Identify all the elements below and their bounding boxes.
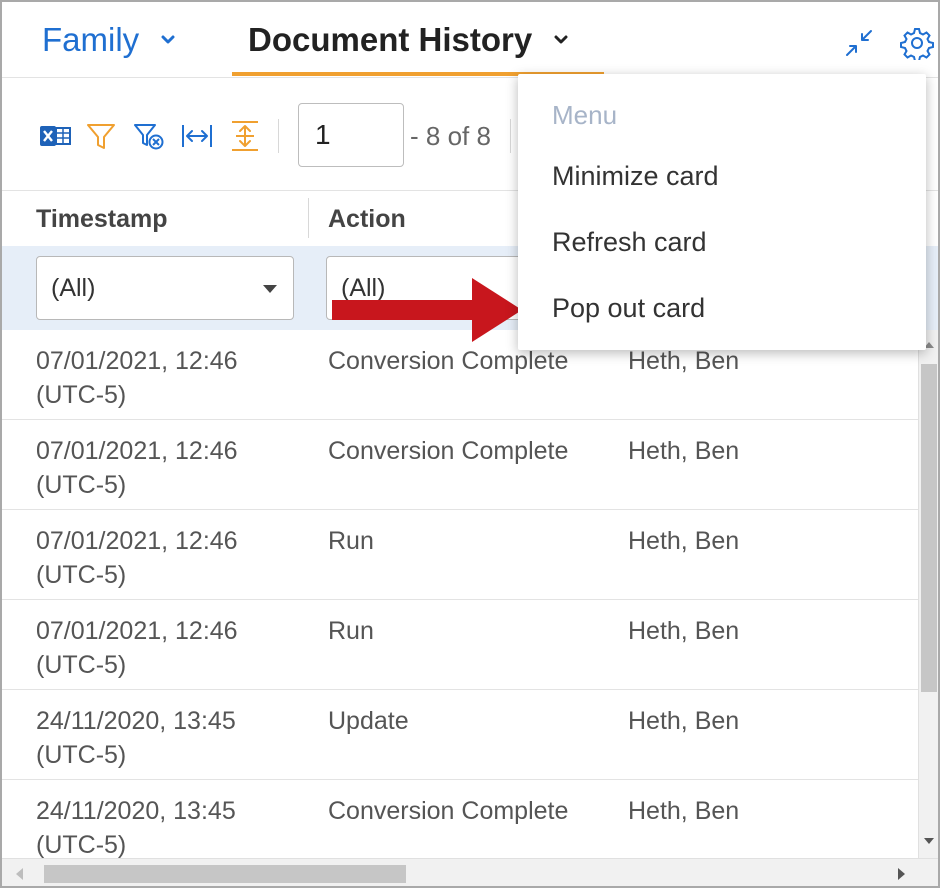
timestamp-cell: 07/01/2021, 12:46 (UTC-5) [36, 614, 296, 682]
timestamp-zone: (UTC-5) [36, 741, 127, 769]
chevron-down-icon [554, 35, 568, 44]
column-header-action[interactable]: Action [328, 192, 406, 246]
timestamp-date: 07/01/2021, 12:46 [36, 527, 238, 555]
timestamp-cell: 24/11/2020, 13:45 (UTC-5) [36, 704, 296, 772]
timestamp-zone: (UTC-5) [36, 651, 127, 679]
scroll-right-arrow-icon[interactable] [898, 868, 905, 880]
document-history-card: Family Document History 1 - 8 of 8 Times… [0, 0, 940, 888]
menu-item-pop-out-card[interactable]: Pop out card [518, 276, 926, 340]
scroll-left-arrow-icon[interactable] [16, 868, 23, 880]
horizontal-scroll-thumb[interactable] [44, 865, 406, 883]
horizontal-scrollbar[interactable] [2, 858, 938, 886]
timestamp-cell: 07/01/2021, 12:46 (UTC-5) [36, 524, 296, 592]
timestamp-zone: (UTC-5) [36, 471, 127, 499]
tab-family-label: Family [42, 21, 140, 58]
menu-item-refresh-card[interactable]: Refresh card [518, 210, 926, 274]
timestamp-cell: 07/01/2021, 12:46 (UTC-5) [36, 434, 296, 502]
tab-document-history[interactable]: Document History [248, 2, 568, 78]
vertical-scrollbar[interactable] [918, 330, 938, 858]
table-row[interactable]: 07/01/2021, 12:46 (UTC-5) Run Heth, Ben [2, 600, 918, 690]
toolbar-divider [278, 119, 279, 153]
timestamp-filter-select[interactable]: (All) [36, 256, 294, 320]
timestamp-date: 24/11/2020, 13:45 [36, 707, 236, 735]
action-cell: Run [328, 617, 374, 645]
tab-family[interactable]: Family [42, 2, 175, 78]
scroll-down-arrow-icon[interactable] [924, 838, 934, 844]
filter-icon[interactable] [84, 119, 118, 153]
menu-title: Menu [552, 100, 618, 130]
action-cell: Run [328, 527, 374, 555]
table-row[interactable]: 07/01/2021, 12:46 (UTC-5) Run Heth, Ben [2, 510, 918, 600]
timestamp-date: 07/01/2021, 12:46 [36, 617, 238, 645]
history-table-body: 07/01/2021, 12:46 (UTC-5) Conversion Comp… [2, 330, 918, 870]
action-cell: Conversion Complete [328, 797, 569, 825]
fit-rows-icon[interactable] [228, 119, 262, 153]
card-menu-dropdown: Menu Minimize card Refresh card Pop out … [518, 74, 926, 350]
timestamp-date: 07/01/2021, 12:46 [36, 437, 238, 465]
toolbar-divider [510, 119, 511, 153]
timestamp-zone: (UTC-5) [36, 381, 127, 409]
fit-columns-icon[interactable] [180, 119, 214, 153]
timestamp-zone: (UTC-5) [36, 831, 127, 859]
clear-filter-icon[interactable] [132, 119, 166, 153]
column-header-timestamp[interactable]: Timestamp [36, 192, 168, 246]
tab-document-history-label: Document History [248, 21, 533, 58]
red-arrow-icon [332, 278, 522, 342]
table-row[interactable]: 24/11/2020, 13:45 (UTC-5) Update Heth, Be… [2, 690, 918, 780]
table-row[interactable]: 24/11/2020, 13:45 (UTC-5) Conversion Comp… [2, 780, 918, 870]
gear-icon[interactable] [900, 26, 934, 60]
timestamp-cell: 24/11/2020, 13:45 (UTC-5) [36, 794, 296, 862]
user-cell: Heth, Ben [628, 797, 740, 825]
action-cell: Conversion Complete [328, 437, 569, 465]
action-cell: Update [328, 707, 409, 735]
user-cell: Heth, Ben [628, 527, 740, 555]
table-row[interactable]: 07/01/2021, 12:46 (UTC-5) Conversion Comp… [2, 420, 918, 510]
timestamp-zone: (UTC-5) [36, 561, 127, 589]
user-cell: Heth, Ben [628, 437, 740, 465]
timestamp-date: 24/11/2020, 13:45 [36, 797, 236, 825]
card-header: Family Document History [2, 2, 938, 78]
excel-export-icon[interactable] [38, 119, 72, 153]
vertical-scroll-thumb[interactable] [921, 364, 937, 692]
chevron-down-icon [161, 35, 175, 44]
page-number-input[interactable] [298, 103, 404, 167]
timestamp-cell: 07/01/2021, 12:46 (UTC-5) [36, 344, 296, 412]
timestamp-date: 07/01/2021, 12:46 [36, 347, 238, 375]
caret-down-icon [263, 285, 277, 293]
timestamp-filter-value: (All) [51, 273, 96, 302]
user-cell: Heth, Ben [628, 617, 740, 645]
menu-item-minimize-card[interactable]: Minimize card [518, 144, 926, 208]
page-count: - 8 of 8 [410, 121, 491, 151]
collapse-icon[interactable] [842, 26, 876, 60]
column-divider[interactable] [308, 198, 309, 238]
user-cell: Heth, Ben [628, 707, 740, 735]
